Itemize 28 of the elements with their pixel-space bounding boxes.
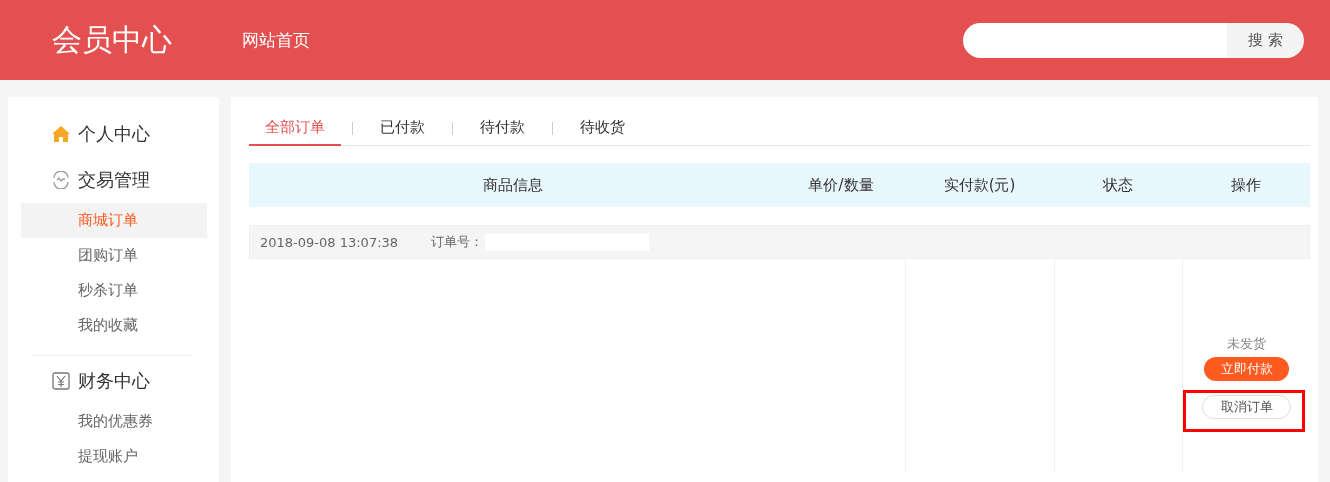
column-header: 商品信息: [482, 175, 544, 195]
order-time: 2018-09-08 13:07:38: [260, 234, 399, 250]
order-number-label: 订单号：: [431, 233, 650, 251]
column-header: 状态: [1102, 175, 1134, 195]
sidebar-section-title: 财务中心: [78, 369, 150, 393]
sidebar-item[interactable]: 提现账户: [21, 439, 207, 474]
order-tab[interactable]: 全部订单: [249, 111, 341, 146]
home-link[interactable]: 网站首页: [242, 28, 310, 52]
sidebar-item[interactable]: 秒杀订单: [21, 273, 207, 308]
search-field[interactable]: [963, 22, 1227, 58]
sidebar-section-title: 个人中心: [78, 122, 150, 146]
site-title: 会员中心: [52, 20, 173, 59]
order-tab[interactable]: 待收货: [564, 111, 641, 146]
sidebar-item[interactable]: 我的优惠券: [21, 404, 207, 439]
sidebar-item[interactable]: 我的收藏: [21, 308, 207, 343]
column-header: 操作: [1230, 175, 1262, 195]
column-header: 单价/数量: [807, 175, 875, 195]
home-icon: [52, 126, 70, 142]
column-header: 实付款(元): [942, 175, 1017, 195]
order-status: 未发货: [1227, 335, 1266, 353]
order-tab[interactable]: 已付款: [364, 111, 441, 146]
sidebar-section-title: 交易管理: [78, 168, 150, 192]
order-tab[interactable]: 待付款: [464, 111, 541, 146]
cancel-button[interactable]: 取消订单: [1202, 395, 1291, 419]
yuan-icon: [52, 372, 70, 390]
sidebar-item[interactable]: 团购订单: [21, 238, 207, 273]
search-button[interactable]: 搜 索: [1227, 22, 1304, 58]
refresh-icon: [52, 171, 70, 189]
